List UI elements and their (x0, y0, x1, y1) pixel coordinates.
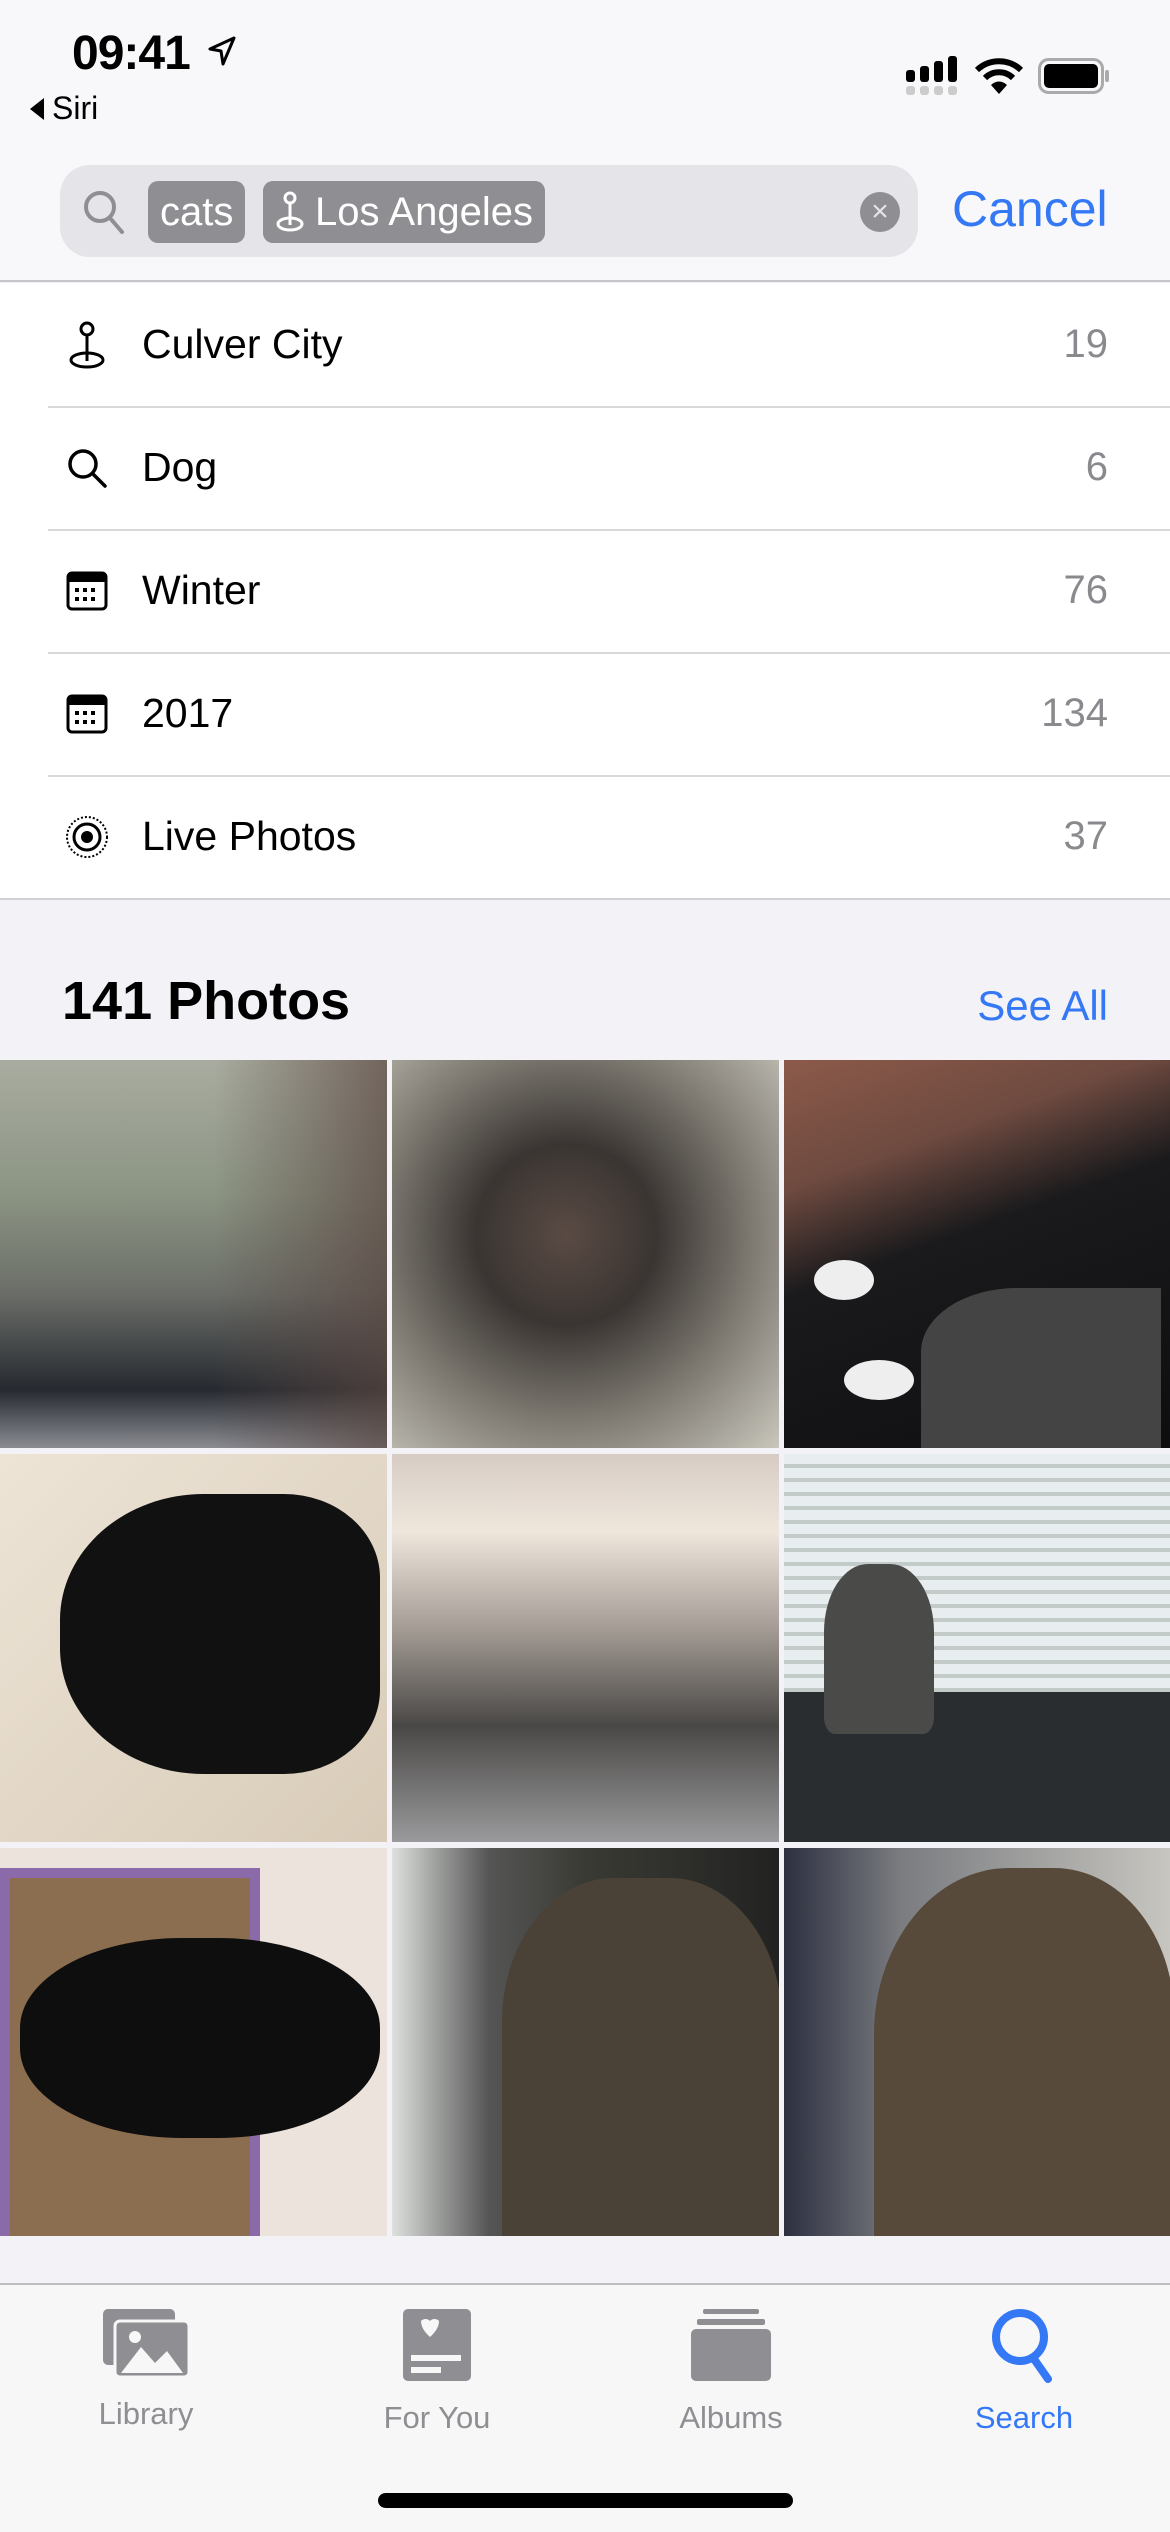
back-app-label: Siri (52, 90, 99, 126)
suggestion-2017[interactable]: 2017 134 (0, 652, 1170, 775)
photos-library-icon (103, 2309, 191, 2379)
suggestion-label: Live Photos (142, 813, 357, 859)
token-label: Los Angeles (315, 190, 533, 234)
search-icon (992, 2309, 1052, 2383)
location-arrow-icon (208, 36, 236, 66)
photo-thumbnail[interactable] (784, 1454, 1170, 1842)
suggestion-count: 134 (1041, 691, 1108, 735)
photo-thumbnail[interactable] (0, 1060, 387, 1448)
search-icon (84, 191, 124, 234)
tab-label: Search (974, 2400, 1074, 2435)
suggestion-dog[interactable]: Dog 6 (0, 406, 1170, 529)
photo-thumbnail[interactable] (392, 1848, 779, 2236)
location-pin-icon (64, 321, 110, 368)
albums-icon (691, 2309, 771, 2381)
suggestion-count: 37 (1063, 814, 1109, 858)
search-field[interactable]: cats Los Angeles × (60, 165, 918, 257)
tab-for-you[interactable]: For You (327, 2307, 547, 2436)
suggestion-label: Culver City (142, 321, 343, 367)
suggestion-count: 76 (1063, 568, 1109, 612)
suggestion-count: 6 (1085, 445, 1108, 489)
search-token-location[interactable]: Los Angeles (263, 181, 545, 243)
suggestion-label: 2017 (142, 690, 234, 736)
photos-count-heading: 141 Photos (62, 971, 351, 1031)
calendar-icon (64, 568, 110, 614)
tab-label: Library (98, 2396, 194, 2431)
clear-search-button[interactable]: × (860, 192, 900, 232)
header: 09:41 Siri cats Los Angeles × Cancel (0, 0, 1170, 282)
suggestion-label: Winter (142, 567, 261, 613)
calendar-icon (64, 691, 110, 737)
for-you-icon (403, 2309, 471, 2381)
search-icon (64, 445, 110, 491)
photo-thumbnail[interactable] (0, 1454, 387, 1842)
status-time: 09:41 (72, 27, 191, 80)
tab-search[interactable]: Search (914, 2307, 1134, 2436)
photo-thumbnail[interactable] (784, 1848, 1170, 2236)
suggestion-count: 19 (1063, 322, 1109, 366)
see-all-button[interactable]: See All (977, 982, 1108, 1030)
photo-grid (0, 1060, 1170, 2236)
suggestion-label: Dog (142, 444, 218, 490)
tab-albums[interactable]: Albums (621, 2307, 841, 2436)
photo-thumbnail[interactable] (0, 1848, 387, 2236)
location-pin-icon (276, 191, 304, 232)
photo-thumbnail[interactable] (784, 1060, 1170, 1448)
suggestion-culver-city[interactable]: Culver City 19 (0, 283, 1170, 406)
back-to-siri[interactable]: Siri (30, 90, 98, 127)
suggestion-list: Culver City 19 Dog 6 Winter 76 2017 134 … (0, 283, 1170, 900)
wifi-icon (974, 58, 1024, 94)
tab-label: Albums (679, 2400, 783, 2435)
home-indicator[interactable] (378, 2493, 793, 2508)
status-icons (906, 56, 1110, 96)
suggestion-live-photos[interactable]: Live Photos 37 (0, 775, 1170, 898)
live-photo-icon (64, 814, 110, 860)
tab-library[interactable]: Library (36, 2307, 256, 2432)
battery-icon (1038, 58, 1109, 94)
search-token-cats[interactable]: cats (148, 181, 246, 243)
photo-thumbnail[interactable] (392, 1060, 779, 1448)
back-arrow-icon (30, 97, 44, 120)
photo-thumbnail[interactable] (392, 1454, 779, 1842)
tab-label: For You (383, 2400, 491, 2435)
cancel-button[interactable]: Cancel (952, 180, 1108, 238)
cellular-signal-icon (906, 56, 957, 95)
token-label: cats (160, 190, 234, 234)
suggestion-winter[interactable]: Winter 76 (0, 529, 1170, 652)
